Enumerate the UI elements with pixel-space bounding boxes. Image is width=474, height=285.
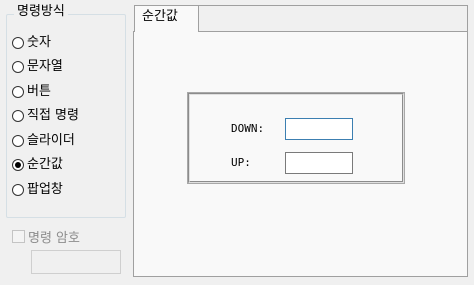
radio-string[interactable]: 문자열 [12,57,63,77]
radio-icon[interactable] [12,61,24,73]
radio-label: 슬라이더 [27,133,75,148]
radio-icon[interactable] [12,110,24,122]
tab-momentary-value[interactable]: 순간값 [134,5,199,32]
up-input[interactable] [285,152,353,174]
radio-icon[interactable] [12,37,24,49]
radio-icon[interactable] [12,86,24,98]
radio-popup[interactable]: 팝업창 [12,180,63,200]
command-password-input[interactable] [31,250,121,274]
down-label: DOWN: [231,122,265,135]
down-input[interactable] [285,118,353,140]
radio-label: 문자열 [27,59,63,74]
radio-label: 버튼 [27,84,51,99]
radio-label: 직접 명령 [27,108,79,123]
radio-icon[interactable] [12,184,24,196]
checkbox-icon[interactable] [12,229,25,243]
radio-number[interactable]: 숫자 [12,33,51,53]
radio-momentary[interactable]: 순간값 [12,155,63,175]
radio-checked-icon[interactable] [12,159,24,171]
radio-button[interactable]: 버튼 [12,82,51,102]
radio-label: 순간값 [27,157,63,172]
radio-label: 숫자 [27,35,51,50]
radio-label: 팝업창 [27,182,63,197]
command-mode-title: 명령방식 [14,4,68,20]
radio-slider[interactable]: 슬라이더 [12,131,75,151]
radio-icon[interactable] [12,135,24,147]
tab-strip [198,5,468,31]
command-password-checkbox[interactable]: 명령 암호 [12,227,80,246]
up-label: UP: [231,156,251,169]
command-password-label: 명령 암호 [28,230,80,246]
radio-direct-command[interactable]: 직접 명령 [12,106,79,126]
